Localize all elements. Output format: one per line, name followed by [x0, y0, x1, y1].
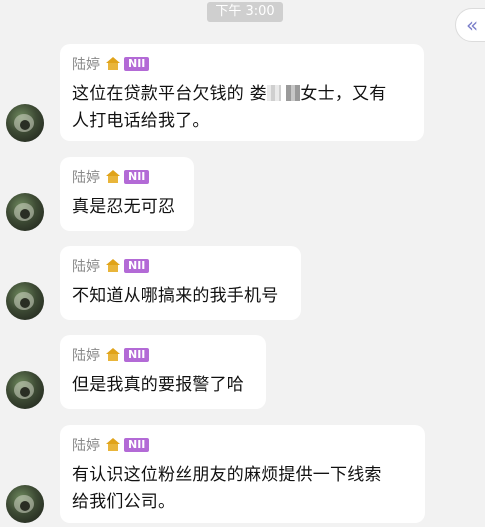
sender-name: 陆婷: [72, 438, 100, 454]
double-chevron-left-icon: «: [466, 13, 479, 37]
home-icon: [106, 170, 120, 184]
avatar[interactable]: [6, 371, 44, 409]
message-text: 这位在贷款平台欠钱的 娄 女士，又有 人打电话给我了。: [72, 84, 387, 131]
sender-name: 陆婷: [72, 170, 100, 186]
message-bubble: 陆婷 NII 有认识这位粉丝朋友的麻烦提供一下线索 给我们公司。: [60, 425, 425, 523]
message-text: 但是我真的要报警了哈: [72, 375, 244, 395]
message-bubble: 陆婷 NII 不知道从哪搞来的我手机号: [60, 246, 301, 320]
home-icon: [106, 438, 120, 452]
sender-name: 陆婷: [72, 348, 100, 364]
level-badge: NII: [124, 57, 150, 71]
avatar[interactable]: [6, 104, 44, 142]
message-text: 真是忍无可忍: [72, 197, 176, 217]
home-icon: [106, 348, 120, 362]
level-badge: NII: [124, 259, 150, 273]
message-bubble: 陆婷 NII 但是我真的要报警了哈: [60, 335, 266, 409]
sender-name: 陆婷: [72, 57, 100, 73]
avatar[interactable]: [6, 282, 44, 320]
sender-name: 陆婷: [72, 259, 100, 275]
message-bubble: 陆婷 NII 真是忍无可忍: [60, 157, 194, 231]
message-bubble: 陆婷 NII 这位在贷款平台欠钱的 娄 女士，又有 人打电话给我了。: [60, 44, 424, 141]
message-text: 有认识这位粉丝朋友的麻烦提供一下线索 给我们公司。: [72, 465, 382, 512]
message-text: 不知道从哪搞来的我手机号: [72, 286, 279, 306]
home-icon: [106, 259, 120, 273]
home-icon: [106, 57, 120, 71]
redacted-block: [266, 85, 281, 101]
timestamp: 下午 3:00: [207, 2, 283, 22]
level-badge: NII: [124, 170, 150, 184]
avatar[interactable]: [6, 193, 44, 231]
redacted-block: [286, 85, 301, 101]
avatar[interactable]: [6, 485, 44, 523]
level-badge: NII: [124, 438, 150, 452]
level-badge: NII: [124, 348, 150, 362]
collapse-button[interactable]: «: [455, 8, 485, 42]
